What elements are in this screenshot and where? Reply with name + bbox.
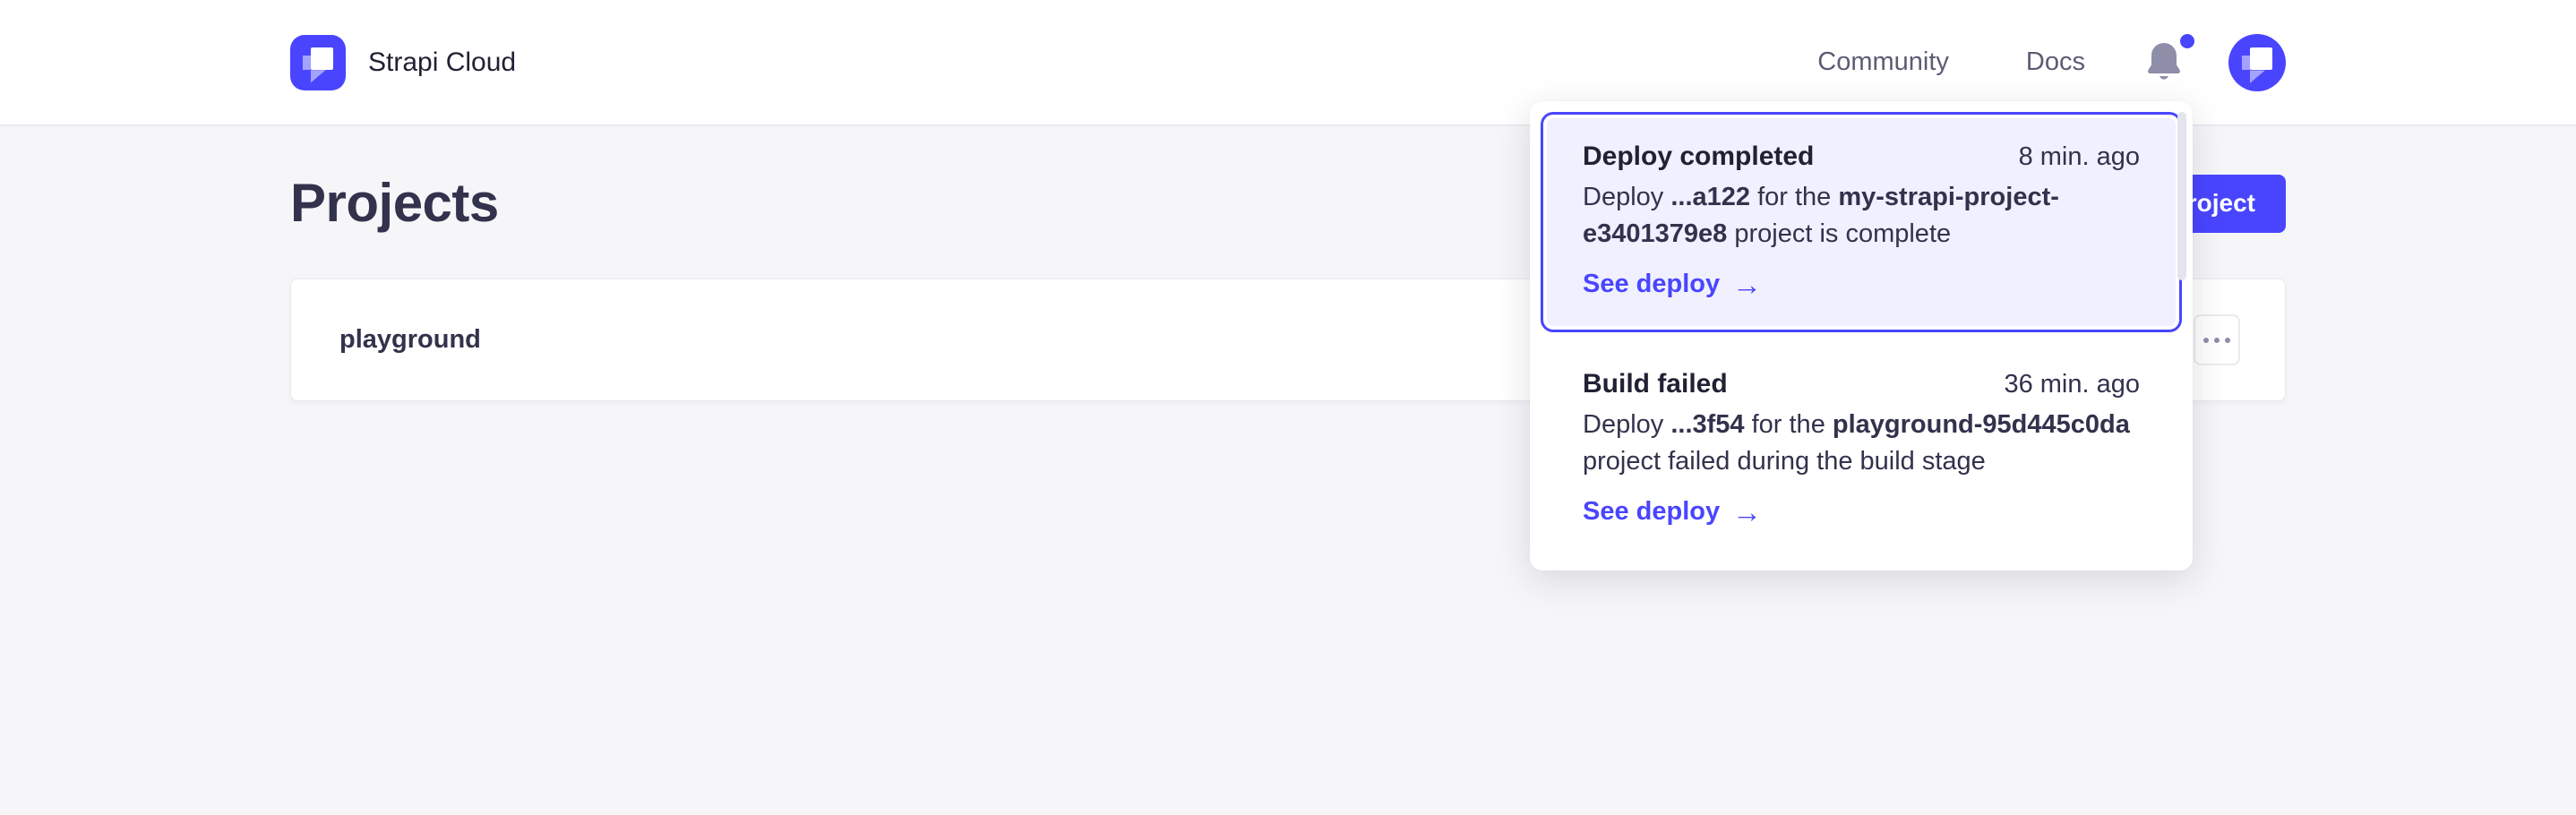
arrow-right-icon: → [1732, 270, 1762, 299]
notification-list: Deploy completed 8 min. ago Deploy ...a1… [1541, 112, 2182, 560]
page-title: Projects [290, 171, 499, 236]
brand-name: Strapi Cloud [368, 47, 516, 78]
strapi-logo-icon [290, 35, 346, 90]
notification-title: Build failed [1583, 366, 1728, 402]
nav-link-docs[interactable]: Docs [2026, 47, 2085, 77]
notification-item[interactable]: Build failed 36 min. ago Deploy ...3f54 … [1541, 339, 2182, 560]
see-deploy-link[interactable]: See deploy → [1583, 493, 2140, 529]
notification-link-label: See deploy [1583, 266, 1720, 302]
notification-body: Deploy ...a122 for the my-strapi-project… [1583, 179, 2140, 253]
header-nav: Community Docs [1817, 34, 2286, 91]
nav-link-community[interactable]: Community [1817, 47, 1949, 77]
unread-indicator-dot [2180, 34, 2194, 48]
notification-time: 8 min. ago [2019, 139, 2140, 175]
see-deploy-link[interactable]: See deploy → [1583, 266, 2140, 302]
strapi-cloud-brand[interactable]: Strapi Cloud [290, 35, 516, 90]
notification-title: Deploy completed [1583, 139, 1814, 175]
notifications-dropdown: Deploy completed 8 min. ago Deploy ...a1… [1530, 101, 2193, 570]
arrow-right-icon: → [1732, 497, 1762, 527]
notifications-bell-button[interactable] [2142, 39, 2185, 86]
notification-time: 36 min. ago [2004, 366, 2140, 402]
bell-icon [2142, 39, 2185, 86]
notification-scrollbar[interactable] [2177, 112, 2186, 280]
ellipsis-icon [2203, 338, 2209, 343]
notification-link-label: See deploy [1583, 493, 1720, 529]
user-avatar[interactable] [2228, 34, 2286, 91]
notification-item[interactable]: Deploy completed 8 min. ago Deploy ...a1… [1541, 112, 2182, 332]
notification-body: Deploy ...3f54 for the playground-95d445… [1583, 407, 2140, 480]
project-menu-button[interactable] [2194, 314, 2240, 365]
project-name: playground [339, 325, 481, 355]
